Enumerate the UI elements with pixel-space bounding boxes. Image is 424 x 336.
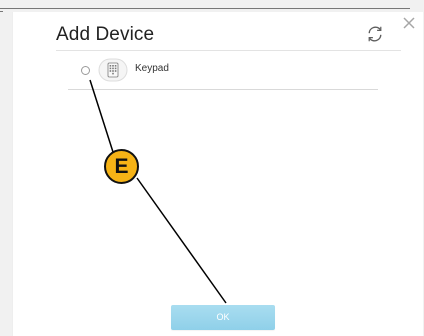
ok-button[interactable]: OK	[171, 305, 275, 330]
callout-badge: E	[104, 149, 139, 184]
title-divider	[56, 50, 401, 51]
refresh-icon[interactable]	[366, 25, 384, 43]
add-device-dialog: Add Device Keypad OK	[12, 12, 423, 336]
close-icon[interactable]	[402, 16, 416, 30]
keypad-icon	[98, 58, 128, 82]
device-select-radio[interactable]	[81, 66, 90, 75]
app-screen: Add Device Keypad OK E	[0, 0, 424, 336]
top-border-mark	[0, 11, 3, 12]
dialog-title: Add Device	[56, 24, 155, 45]
top-border-line	[0, 8, 410, 9]
device-list-item[interactable]: Keypad	[68, 58, 378, 88]
device-row-divider	[68, 89, 378, 90]
device-label: Keypad	[135, 63, 169, 74]
